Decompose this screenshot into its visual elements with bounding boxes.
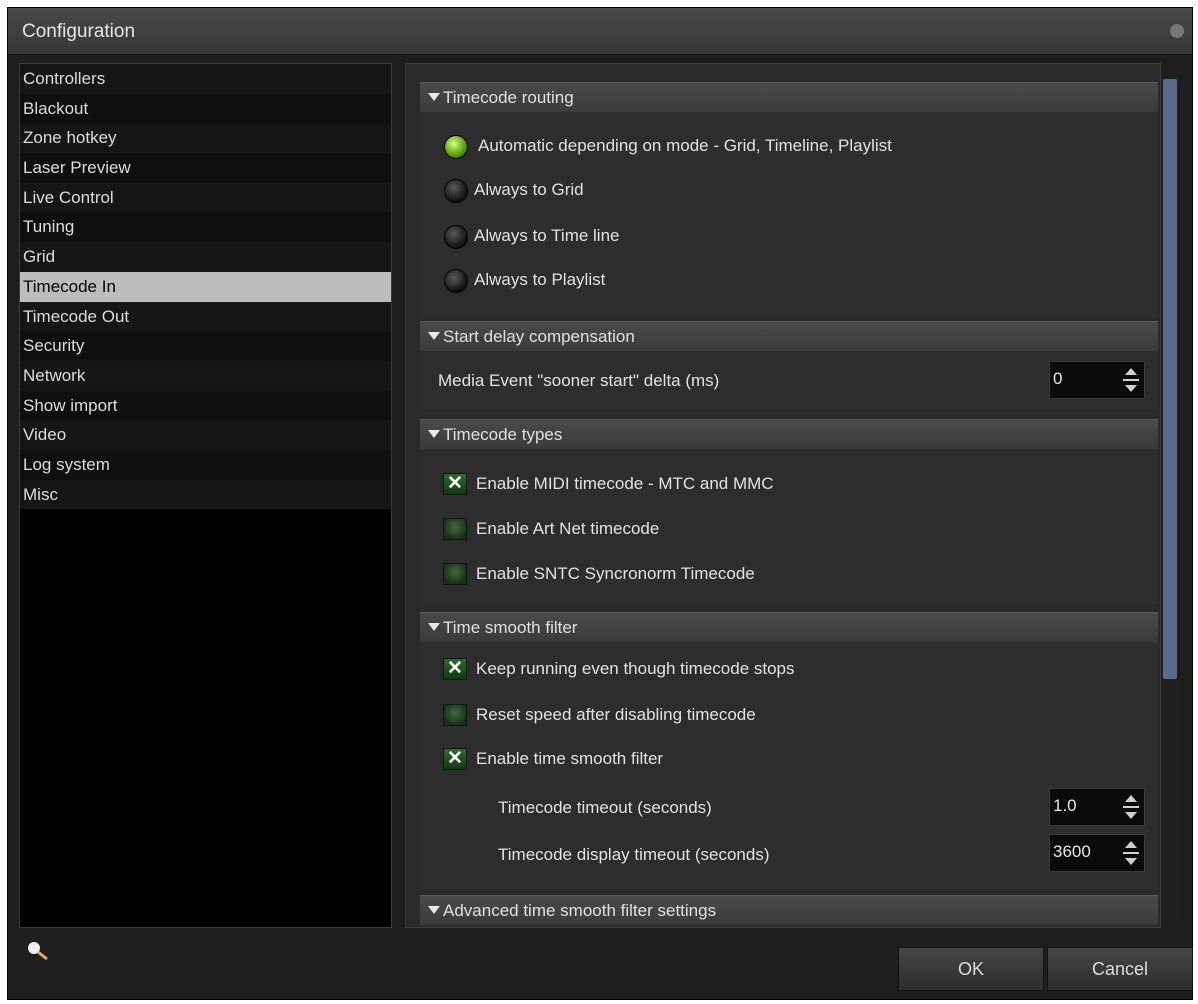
sidebar-item-zone-hotkey[interactable]: Zone hotkey bbox=[20, 123, 391, 154]
settings-panel: Timecode routing Automatic depending on … bbox=[405, 63, 1161, 928]
collapse-triangle-icon bbox=[428, 623, 440, 631]
sidebar-item-timecode-in[interactable]: Timecode In bbox=[20, 271, 391, 302]
collapse-triangle-icon bbox=[428, 906, 440, 914]
window-title: Configuration bbox=[22, 21, 136, 42]
radio-label-always-playlist: Always to Playlist bbox=[474, 270, 606, 289]
sidebar-item-show-import[interactable]: Show import bbox=[20, 390, 391, 421]
timeout-stepper[interactable]: 1.0 bbox=[1049, 788, 1145, 826]
section-title: Timecode routing bbox=[443, 88, 574, 107]
checkbox-label-midi-timecode: Enable MIDI timecode - MTC and MMC bbox=[476, 474, 774, 493]
section-title: Advanced time smooth filter settings bbox=[443, 901, 717, 920]
stepper-arrows-icon[interactable] bbox=[1122, 793, 1140, 821]
timeout-value[interactable]: 1.0 bbox=[1053, 796, 1077, 816]
radio-automatic[interactable] bbox=[444, 135, 468, 159]
sidebar-item-network[interactable]: Network bbox=[20, 360, 391, 391]
collapse-triangle-icon bbox=[428, 93, 440, 101]
timeout-label: Timecode timeout (seconds) bbox=[498, 798, 712, 817]
checkbox-sntc-timecode[interactable] bbox=[443, 563, 467, 585]
radio-always-grid[interactable] bbox=[444, 179, 468, 203]
section-title: Start delay compensation bbox=[443, 327, 635, 346]
checkbox-label-reset-speed: Reset speed after disabling timecode bbox=[476, 705, 756, 724]
checkbox-artnet-timecode[interactable] bbox=[443, 518, 467, 540]
section-header-time-smooth-filter[interactable]: Time smooth filter bbox=[420, 612, 1158, 642]
checkbox-label-keep-running: Keep running even though timecode stops bbox=[476, 659, 795, 678]
section-header-start-delay[interactable]: Start delay compensation bbox=[420, 321, 1158, 351]
section-title: Time smooth filter bbox=[443, 618, 578, 637]
delta-value[interactable]: 0 bbox=[1053, 369, 1062, 389]
sidebar-item-tuning[interactable]: Tuning bbox=[20, 212, 391, 243]
delta-stepper[interactable]: 0 bbox=[1049, 361, 1145, 399]
sidebar-item-grid[interactable]: Grid bbox=[20, 242, 391, 272]
radio-always-timeline[interactable] bbox=[444, 225, 468, 249]
cancel-button[interactable]: Cancel bbox=[1047, 947, 1193, 991]
radio-always-playlist[interactable] bbox=[444, 269, 468, 293]
category-list[interactable]: Controllers Blackout Zone hotkey Laser P… bbox=[19, 63, 392, 928]
radio-label-automatic: Automatic depending on mode - Grid, Time… bbox=[478, 136, 892, 155]
stepper-arrows-icon[interactable] bbox=[1122, 839, 1140, 867]
collapse-triangle-icon bbox=[428, 430, 440, 438]
collapse-triangle-icon bbox=[428, 332, 440, 340]
checkbox-midi-timecode[interactable]: ✕ bbox=[443, 473, 467, 495]
sidebar-item-security[interactable]: Security bbox=[20, 331, 391, 361]
settings-scrollbar[interactable] bbox=[1162, 79, 1178, 925]
checkbox-label-sntc-timecode: Enable SNTC Syncronorm Timecode bbox=[476, 564, 755, 583]
section-header-timecode-types[interactable]: Timecode types bbox=[420, 419, 1158, 449]
display-timeout-label: Timecode display timeout (seconds) bbox=[498, 845, 770, 864]
sidebar-item-video[interactable]: Video bbox=[20, 420, 391, 450]
sidebar-item-controllers[interactable]: Controllers bbox=[20, 64, 391, 94]
stepper-arrows-icon[interactable] bbox=[1122, 366, 1140, 394]
scrollbar-thumb[interactable] bbox=[1163, 79, 1177, 679]
delta-label: Media Event "sooner start" delta (ms) bbox=[438, 371, 720, 390]
sidebar-item-blackout[interactable]: Blackout bbox=[20, 93, 391, 124]
section-header-timecode-routing[interactable]: Timecode routing bbox=[420, 82, 1158, 112]
sidebar-item-live-control[interactable]: Live Control bbox=[20, 182, 391, 213]
window-menu-icon[interactable] bbox=[1170, 24, 1184, 38]
checkbox-label-artnet-timecode: Enable Art Net timecode bbox=[476, 519, 660, 538]
radio-label-always-timeline: Always to Time line bbox=[474, 226, 620, 245]
section-title: Timecode types bbox=[443, 425, 563, 444]
checkbox-keep-running[interactable]: ✕ bbox=[443, 658, 467, 680]
search-icon[interactable] bbox=[26, 940, 50, 962]
sidebar-item-laser-preview[interactable]: Laser Preview bbox=[20, 153, 391, 183]
checkbox-reset-speed[interactable] bbox=[443, 704, 467, 726]
radio-label-always-grid: Always to Grid bbox=[474, 180, 584, 199]
sidebar-item-timecode-out[interactable]: Timecode Out bbox=[20, 301, 391, 332]
sidebar-item-misc[interactable]: Misc bbox=[20, 479, 391, 510]
section-header-advanced-smooth-filter[interactable]: Advanced time smooth filter settings bbox=[420, 895, 1158, 925]
checkbox-label-enable-smooth-filter: Enable time smooth filter bbox=[476, 749, 664, 768]
display-timeout-stepper[interactable]: 3600 bbox=[1049, 834, 1145, 872]
checkbox-enable-smooth-filter[interactable]: ✕ bbox=[443, 748, 467, 770]
ok-button[interactable]: OK bbox=[898, 947, 1044, 991]
title-bar[interactable]: Configuration bbox=[8, 8, 1192, 55]
sidebar-item-log-system[interactable]: Log system bbox=[20, 449, 391, 480]
display-timeout-value[interactable]: 3600 bbox=[1053, 842, 1091, 862]
